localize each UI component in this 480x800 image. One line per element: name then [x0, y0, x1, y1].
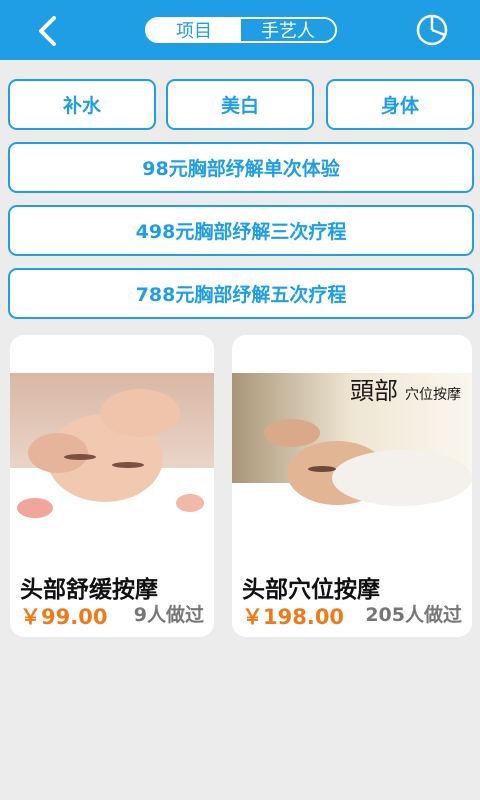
product-image: 頭部 穴位按摩 — [232, 373, 472, 525]
product-price: ￥198.00 — [242, 605, 345, 629]
tab-projects[interactable]: 项目 — [147, 19, 241, 41]
product-count: 205人做过 — [365, 604, 462, 626]
category-button-hydrate[interactable]: 补水 — [8, 79, 156, 130]
tab-artisans[interactable]: 手艺人 — [241, 19, 335, 41]
svg-text:穴位按摩: 穴位按摩 — [405, 386, 461, 403]
product-card[interactable]: 頭部 穴位按摩 头部穴位按摩 ￥198.00 205人做过 — [232, 335, 472, 637]
product-card[interactable]: 头部舒缓按摩 ￥99.00 9人做过 — [10, 335, 214, 637]
top-bar: 项目 手艺人 — [0, 0, 480, 60]
product-image — [10, 373, 214, 525]
svg-text:頭部: 頭部 — [350, 377, 398, 405]
package-button-five[interactable]: 788元胸部纾解五次疗程 — [8, 268, 474, 319]
category-button-whitening[interactable]: 美白 — [166, 79, 314, 130]
pie-chart-icon — [416, 14, 448, 46]
category-button-body[interactable]: 身体 — [326, 79, 474, 130]
package-button-three[interactable]: 498元胸部纾解三次疗程 — [8, 205, 474, 256]
segment-control: 项目 手艺人 — [145, 17, 337, 43]
chevron-left-icon — [39, 16, 56, 46]
stats-button[interactable] — [414, 12, 450, 48]
back-button[interactable] — [28, 14, 70, 48]
product-title: 头部舒缓按摩 — [20, 577, 158, 603]
product-price: ￥99.00 — [20, 605, 108, 629]
product-title: 头部穴位按摩 — [242, 577, 380, 603]
product-count: 9人做过 — [133, 604, 204, 626]
package-button-single[interactable]: 98元胸部纾解单次体验 — [8, 142, 474, 193]
